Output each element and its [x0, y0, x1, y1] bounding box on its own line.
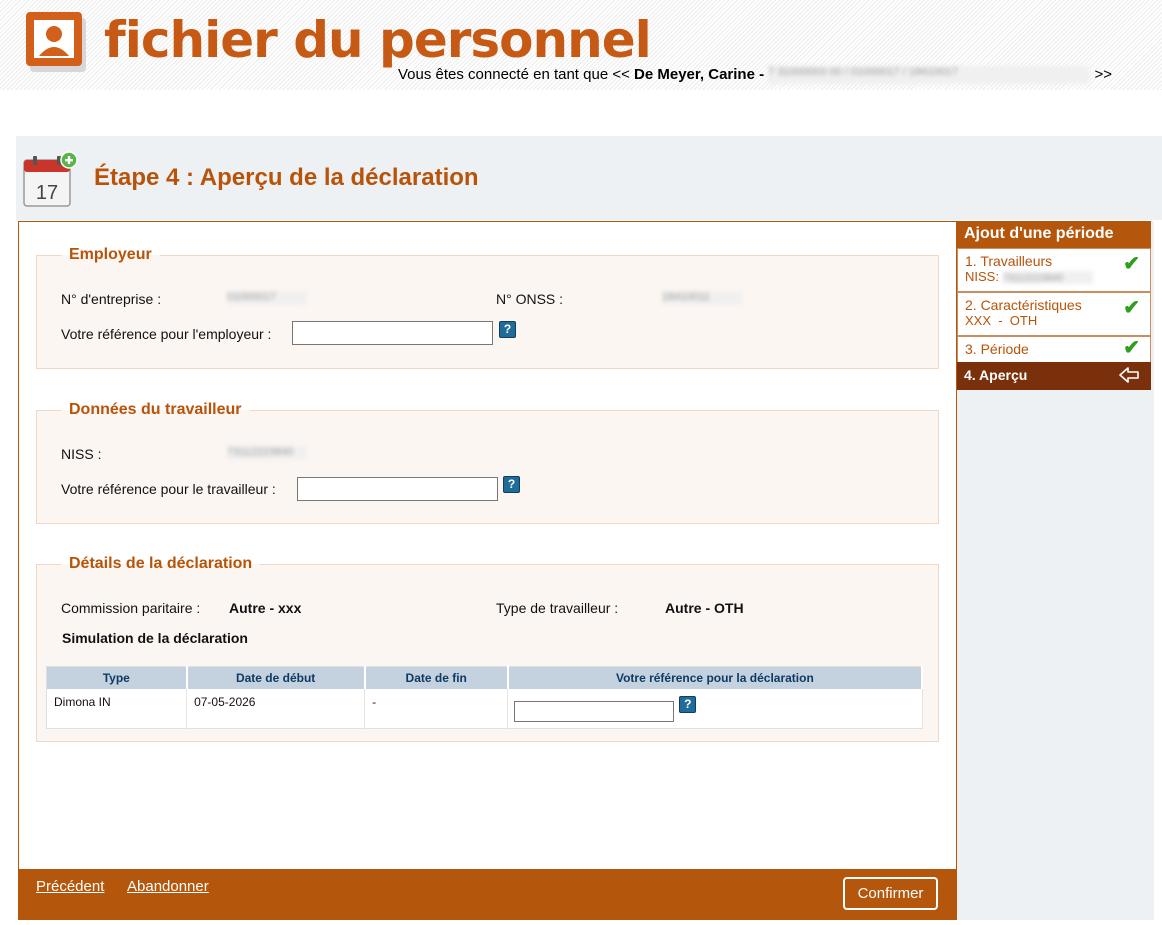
worker-type-value: Autre - OTH	[665, 600, 744, 616]
step-preview-label: 4. Aperçu	[964, 367, 1028, 383]
calendar-add-icon: 17	[23, 151, 78, 207]
sidebar-title: Ajout d'une période	[957, 221, 1151, 248]
worker-legend: Données du travailleur	[69, 401, 242, 418]
connected-user-line: Vous êtes connecté en tant que << De Mey…	[398, 66, 1112, 85]
table-row: Dimona IN 07-05-2026 - ?	[46, 688, 923, 729]
enterprise-number-label: N° d'entreprise :	[61, 291, 162, 307]
enterprise-number-value-wrap: 01000017	[227, 291, 307, 308]
user-identifiers: 7 31000003 00 / 01000017 / 18410017	[768, 66, 1091, 85]
commission-label: Commission paritaire :	[61, 600, 201, 616]
details-legend: Détails de la déclaration	[69, 555, 253, 572]
table-header-row: Type Date de début Date de fin Votre réf…	[46, 666, 924, 689]
niss-label: NISS :	[61, 446, 102, 462]
column-header-start-date: Date de début	[186, 666, 366, 689]
onss-number-value-wrap: 18410011	[662, 291, 742, 308]
cell-reference: ?	[507, 688, 923, 729]
connected-suffix: >>	[1094, 66, 1112, 83]
step-characteristics-sub: XXX - OTH	[965, 313, 1038, 328]
help-icon[interactable]: ?	[503, 476, 520, 493]
column-header-type: Type	[46, 666, 188, 689]
declaration-details-section: Détails de la déclaration Commission par…	[36, 555, 939, 742]
abandon-link[interactable]: Abandonner	[127, 878, 209, 895]
commission-value: Autre - xxx	[229, 600, 302, 616]
cell-end-date: -	[364, 688, 509, 729]
cell-type: Dimona IN	[46, 688, 188, 729]
employer-section: Employeur N° d'entreprise : 01000017 N° …	[36, 246, 939, 369]
column-header-reference: Votre référence pour la déclaration	[507, 666, 924, 689]
niss-value-wrap: 73112223840	[227, 446, 307, 463]
top-header: fichier du personnel Vous êtes connecté …	[0, 0, 1162, 90]
step-period-label: 3. Période	[965, 341, 1029, 357]
step-characteristics[interactable]: 2. Caractéristiques XXX - OTH ✔	[957, 292, 1151, 336]
step-workers-niss-label: NISS:	[965, 269, 999, 284]
person-icon	[26, 12, 86, 72]
onss-number-label: N° ONSS :	[496, 291, 564, 307]
employer-reference-input[interactable]	[292, 321, 493, 345]
footer-bar: Précédent Abandonner Confirmer	[19, 869, 956, 919]
column-header-end-date: Date de fin	[364, 666, 509, 689]
page-title: Étape 4 : Aperçu de la déclaration	[94, 164, 479, 191]
niss-value: 73112223840	[227, 446, 307, 460]
step-workers-sub: NISS: 73112223840	[965, 269, 1143, 285]
worker-type-label: Type de travailleur :	[496, 600, 619, 616]
employer-reference-label: Votre référence pour l'employeur :	[61, 326, 272, 342]
calendar-day: 17	[36, 182, 58, 204]
step-preview-active[interactable]: 4. Aperçu	[957, 362, 1151, 390]
check-icon: ✔	[1123, 297, 1140, 319]
main-panel: Employeur N° d'entreprise : 01000017 N° …	[18, 221, 957, 920]
confirm-button[interactable]: Confirmer	[843, 877, 938, 910]
enterprise-number-value: 01000017	[227, 291, 307, 305]
worker-section: Données du travailleur NISS : 7311222384…	[36, 401, 939, 524]
help-icon[interactable]: ?	[499, 321, 516, 338]
check-icon: ✔	[1123, 337, 1140, 359]
worker-reference-label: Votre référence pour le travailleur :	[61, 481, 276, 497]
employer-legend: Employeur	[69, 246, 152, 263]
arrow-left-icon	[1119, 367, 1139, 383]
onss-number-value: 18410011	[662, 291, 742, 305]
worker-reference-input[interactable]	[297, 477, 498, 501]
step-workers-label: 1. Travailleurs	[965, 253, 1053, 269]
simulation-title: Simulation de la déclaration	[62, 630, 248, 646]
check-icon: ✔	[1123, 253, 1140, 275]
step-characteristics-label: 2. Caractéristiques	[965, 297, 1082, 313]
step-period[interactable]: 3. Période ✔	[957, 336, 1151, 363]
cell-start-date: 07-05-2026	[186, 688, 366, 729]
title-band: 17 Étape 4 : Aperçu de la déclaration	[16, 136, 1162, 220]
help-icon[interactable]: ?	[679, 695, 697, 713]
step-workers[interactable]: 1. Travailleurs NISS: 73112223840 ✔	[957, 248, 1151, 292]
declaration-reference-input[interactable]	[514, 700, 675, 722]
user-name: De Meyer, Carine -	[634, 66, 765, 83]
steps-sidebar: Ajout d'une période 1. Travailleurs NISS…	[957, 221, 1154, 920]
step-workers-niss-value: 73112223840	[1002, 271, 1093, 285]
previous-link[interactable]: Précédent	[36, 878, 104, 895]
declaration-table: Type Date de début Date de fin Votre réf…	[46, 666, 924, 729]
connected-prefix: Vous êtes connecté en tant que <<	[398, 66, 630, 83]
app-title: fichier du personnel	[104, 11, 652, 69]
